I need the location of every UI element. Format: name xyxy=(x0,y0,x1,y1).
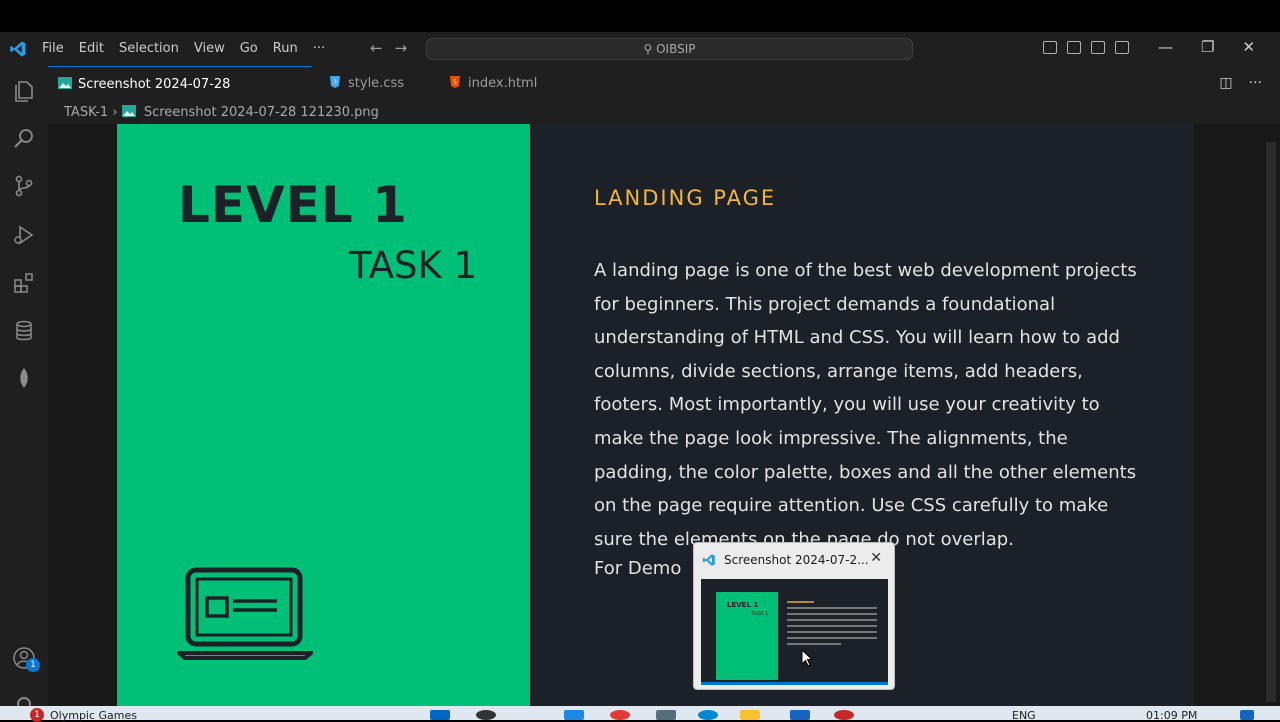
manage-gear-icon[interactable] xyxy=(12,692,36,706)
back-arrow-icon[interactable]: ← xyxy=(370,39,383,57)
vscode-logo-icon[interactable] xyxy=(9,40,27,58)
taskbar-app-icon[interactable] xyxy=(610,710,630,720)
activity-bar: 1 xyxy=(0,66,48,706)
menu-file[interactable]: File xyxy=(42,41,64,56)
thumb-text-lines xyxy=(787,601,877,649)
level-title: LEVEL 1 xyxy=(178,176,408,234)
green-panel: LEVEL 1 TASK 1 xyxy=(117,124,530,706)
toggle-panel-icon[interactable] xyxy=(1067,41,1081,54)
tab-style-css[interactable]: 3 style.css xyxy=(318,66,436,102)
clock[interactable]: 01:09 PM xyxy=(1146,709,1197,722)
menu-run[interactable]: Run xyxy=(273,41,298,56)
title-bar: File Edit Selection View Go Run ··· ← → … xyxy=(0,32,1280,66)
vscode-logo-icon xyxy=(702,554,715,566)
search-view-icon[interactable] xyxy=(12,126,36,150)
preview-title: Screenshot 2024-07-2... xyxy=(724,553,869,567)
preview-close-icon[interactable]: ✕ xyxy=(870,550,882,566)
top-black-bar xyxy=(0,0,1280,32)
search-taskbar-icon[interactable] xyxy=(476,710,496,720)
tab-screenshot[interactable]: Screenshot 2024-07-28 121230.png✕ xyxy=(48,66,312,128)
image-file-icon xyxy=(58,77,72,89)
menu-view[interactable]: View xyxy=(194,41,225,56)
vertical-scrollbar[interactable] xyxy=(1266,142,1276,702)
windows-taskbar: 1 Olympic Games ENG 01:09 PM xyxy=(0,706,1280,722)
css-file-icon: 3 xyxy=(330,76,340,88)
toggle-secondary-sidebar-icon[interactable] xyxy=(1091,41,1105,54)
taskbar-widget-label[interactable]: Olympic Games xyxy=(50,709,137,722)
svg-text:5: 5 xyxy=(453,79,457,86)
menu-edit[interactable]: Edit xyxy=(79,41,104,56)
editor-tabs: Screenshot 2024-07-28 121230.png✕ 3 style… xyxy=(48,66,1280,128)
task-subtitle: TASK 1 xyxy=(349,244,478,287)
taskbar-app-icon[interactable] xyxy=(790,710,810,720)
menu-go[interactable]: Go xyxy=(240,41,258,56)
show-desktop-icon[interactable] xyxy=(1240,710,1254,720)
image-preview-editor: LEVEL 1 TASK 1 LANDING PAGE A landing pa… xyxy=(48,124,1280,706)
tab-label: index.html xyxy=(468,76,538,91)
search-label: OIBSIP xyxy=(656,42,696,56)
start-icon[interactable] xyxy=(430,710,450,720)
breadcrumb: TASK-1 › Screenshot 2024-07-28 121230.pn… xyxy=(48,102,1280,124)
menu-bar: File Edit Selection View Go Run ··· xyxy=(42,41,340,56)
image-file-icon xyxy=(121,105,136,117)
taskbar-app-icon[interactable] xyxy=(834,710,854,720)
taskbar-app-icon[interactable] xyxy=(656,710,676,720)
split-editor-icon[interactable]: ◫ xyxy=(1219,75,1232,91)
search-icon: ⚲ xyxy=(643,42,653,56)
laptop-icon xyxy=(177,567,313,660)
tab-label: style.css xyxy=(348,76,404,91)
menu-selection[interactable]: Selection xyxy=(119,41,179,56)
demo-label: For Demo xyxy=(594,558,682,579)
history-nav: ← → xyxy=(370,39,407,57)
breadcrumb-file[interactable]: Screenshot 2024-07-28 121230.png xyxy=(144,105,379,120)
command-center-search[interactable]: ⚲ OIBSIP xyxy=(426,38,913,60)
screenshot-image: LEVEL 1 TASK 1 LANDING PAGE A landing pa… xyxy=(117,124,1194,706)
explorer-icon[interactable] xyxy=(12,79,36,103)
database-icon[interactable] xyxy=(12,319,36,343)
svg-text:3: 3 xyxy=(333,79,337,86)
more-actions-icon[interactable]: ··· xyxy=(1249,75,1262,91)
language-indicator[interactable]: ENG xyxy=(1012,709,1036,722)
chevron-right-icon: › xyxy=(112,105,122,120)
customize-layout-icon[interactable] xyxy=(1115,41,1129,54)
close-window-icon[interactable]: ✕ xyxy=(1242,38,1255,56)
source-control-icon[interactable] xyxy=(12,174,36,198)
editor-actions: ◫ ··· xyxy=(1219,75,1262,91)
thumb-task: TASK 1 xyxy=(751,611,769,617)
toggle-primary-sidebar-icon[interactable] xyxy=(1043,41,1057,54)
preview-thumbnail[interactable]: LEVEL 1 TASK 1 xyxy=(701,579,888,685)
minimize-icon[interactable]: — xyxy=(1158,38,1173,56)
mongodb-leaf-icon[interactable] xyxy=(12,366,36,390)
extensions-icon[interactable] xyxy=(12,271,36,295)
layout-controls xyxy=(1043,41,1129,54)
taskbar-thumbnail-preview[interactable]: Screenshot 2024-07-2... ✕ LEVEL 1 TASK 1 xyxy=(693,542,895,690)
menu-more[interactable]: ··· xyxy=(313,41,325,56)
accounts-badge: 1 xyxy=(26,658,40,672)
run-debug-icon[interactable] xyxy=(12,223,36,247)
thumb-level: LEVEL 1 xyxy=(727,601,759,609)
breadcrumb-folder[interactable]: TASK-1 xyxy=(64,105,108,120)
forward-arrow-icon[interactable]: → xyxy=(395,39,408,57)
tab-index-html[interactable]: 5 index.html xyxy=(438,66,558,102)
window-controls: — ❐ ✕ xyxy=(1158,38,1255,56)
restore-icon[interactable]: ❐ xyxy=(1201,38,1214,56)
taskbar-app-icon[interactable] xyxy=(564,710,584,720)
taskbar-app-icon[interactable] xyxy=(698,710,718,720)
landing-page-heading: LANDING PAGE xyxy=(594,186,777,210)
mouse-cursor-icon xyxy=(801,649,813,667)
description-paragraph: A landing page is one of the best web de… xyxy=(594,260,1137,550)
file-explorer-icon[interactable] xyxy=(740,710,760,720)
html-file-icon: 5 xyxy=(450,76,460,88)
